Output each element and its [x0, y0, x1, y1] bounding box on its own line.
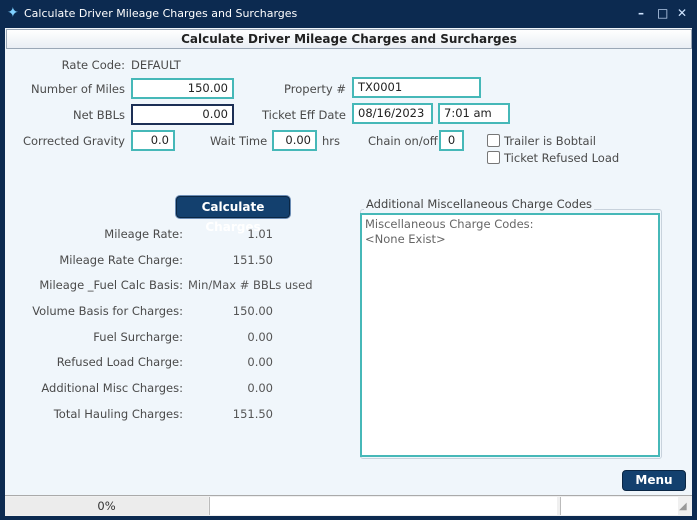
result-label: Mileage _Fuel Calc Basis: [39, 278, 183, 292]
result-label: Volume Basis for Charges: [32, 304, 183, 318]
result-value: 0.00 [247, 381, 273, 395]
ticket-date-label: Ticket Eff Date [261, 108, 346, 122]
window-title: Calculate Driver Mileage Charges and Sur… [24, 7, 298, 20]
result-label: Mileage Rate Charge: [59, 253, 183, 267]
result-value: 150.00 [232, 304, 273, 318]
result-label: Refused Load Charge: [56, 355, 183, 369]
menu-button[interactable]: Menu [622, 470, 686, 491]
bobtail-label[interactable]: Trailer is Bobtail [504, 134, 596, 148]
result-label: Total Hauling Charges: [53, 407, 183, 421]
misc-charge-codes-textarea[interactable]: Miscellaneous Charge Codes: <None Exist> [360, 213, 660, 457]
close-icon[interactable]: ✕ [677, 6, 687, 20]
misc-line: Miscellaneous Charge Codes: [365, 217, 534, 231]
result-value: 151.50 [232, 253, 273, 267]
gravity-label: Corrected Gravity [22, 134, 125, 148]
wait-time-input[interactable]: 0.00 [272, 130, 317, 151]
status-panel [209, 497, 557, 515]
wait-time-label: Wait Time [210, 134, 268, 148]
result-value: 1.01 [247, 227, 273, 241]
net-bbls-label: Net BBLs [72, 108, 125, 122]
bobtail-checkbox[interactable] [487, 134, 500, 147]
rate-code-value: DEFAULT [131, 58, 181, 72]
gravity-input[interactable]: 0.0 [131, 130, 175, 151]
wait-unit: hrs [322, 134, 341, 148]
status-panel [560, 497, 678, 515]
net-bbls-input[interactable]: 0.00 [131, 104, 234, 125]
misc-group-label: Additional Miscellaneous Charge Codes [364, 197, 595, 211]
result-value: Min/Max # BBLs used [188, 278, 313, 292]
rate-code-label: Rate Code: [61, 58, 125, 72]
ticket-time-input[interactable]: 7:01 am [438, 103, 510, 124]
miles-input[interactable]: 150.00 [131, 78, 234, 99]
result-value: 151.50 [232, 407, 273, 421]
result-label: Mileage Rate: [104, 227, 183, 241]
property-input[interactable]: TX0001 [352, 77, 481, 98]
result-value: 0.00 [247, 330, 273, 344]
misc-line: <None Exist> [365, 232, 446, 246]
result-value: 0.00 [247, 355, 273, 369]
chain-label: Chain on/off [368, 134, 438, 148]
maximize-icon[interactable]: □ [657, 6, 668, 20]
miles-label: Number of Miles [31, 82, 125, 96]
calculate-charges-button[interactable]: Calculate Charges [176, 196, 290, 234]
minimize-icon[interactable]: – [638, 6, 644, 20]
refused-load-checkbox[interactable] [487, 151, 500, 164]
result-label: Fuel Surcharge: [93, 330, 183, 344]
result-label: Additional Misc Charges: [41, 381, 183, 395]
page-title: Calculate Driver Mileage Charges and Sur… [6, 29, 692, 49]
title-bar: ✦ Calculate Driver Mileage Charges and S… [0, 0, 697, 28]
chain-input[interactable]: 0 [439, 130, 464, 151]
ticket-date-input[interactable]: 08/16/2023 [352, 103, 433, 124]
refused-load-label[interactable]: Ticket Refused Load [504, 151, 619, 165]
app-logo-icon: ✦ [7, 5, 19, 21]
progress-indicator: 0% [5, 497, 208, 515]
property-label: Property # [284, 82, 346, 96]
resize-grip-icon[interactable]: ◢ [679, 501, 687, 512]
